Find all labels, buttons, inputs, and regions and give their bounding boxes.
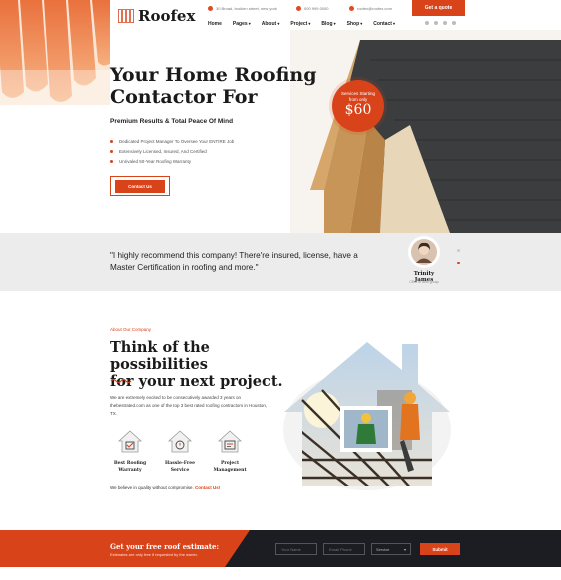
- social-links: [425, 21, 456, 25]
- main-nav: Home Pages About Project Blog Shop Conta…: [208, 21, 395, 27]
- nav-item-blog[interactable]: Blog: [321, 21, 335, 27]
- name-input[interactable]: [275, 543, 317, 555]
- badge-price: $60: [344, 102, 372, 118]
- phone-info[interactable]: 000 999 0000: [296, 6, 328, 11]
- clay-tiles-decoration: [0, 0, 110, 105]
- testimonial-pagination: [457, 249, 460, 264]
- linkedin-icon[interactable]: [452, 21, 456, 25]
- phone-icon: [296, 6, 301, 11]
- nav-item-shop[interactable]: Shop: [347, 21, 363, 27]
- about-title-line1: Think of the possibilities: [110, 339, 210, 373]
- get-quote-button[interactable]: Get a quote: [412, 0, 465, 16]
- project-management-icon: [218, 430, 242, 454]
- contact-us-link[interactable]: Contact Us!: [195, 485, 220, 490]
- hero-section: [0, 0, 561, 233]
- hero-subtitle: Premium Results & Total Peace Of Mind: [110, 118, 234, 125]
- nav-item-pages[interactable]: Pages: [233, 21, 251, 27]
- nav-item-about[interactable]: About: [262, 21, 280, 27]
- feature-item: Project Management: [212, 430, 248, 474]
- about-eyebrow: About Our Company: [110, 327, 152, 332]
- feature-label-line2: Service: [170, 468, 190, 473]
- pagination-dot-active[interactable]: [457, 261, 460, 264]
- email-icon: [349, 6, 354, 11]
- believe-statement: We believe in quality without compromise…: [110, 485, 194, 490]
- avatar-photo: [411, 239, 437, 265]
- roof-photo: [290, 20, 561, 233]
- squiggle-divider: [110, 378, 132, 384]
- hero-title: Your Home Roofing Contactor For: [110, 64, 340, 108]
- phone-text: 000 999 0000: [304, 6, 329, 11]
- testimonial-quote: "I highly recommend this company! There'…: [110, 251, 358, 272]
- logo-text: Roofex: [138, 7, 196, 25]
- feature-label-line1: Project: [220, 461, 240, 466]
- email-info[interactable]: roofex@roofex.com: [349, 6, 392, 11]
- list-item: Dedicated Project Manager To Oversee You…: [110, 136, 234, 146]
- address-info: 30 Broad, broklen street, new york: [208, 6, 277, 11]
- badge-line1: Services Starting: [340, 91, 375, 96]
- hero-title-line2: Contactor For: [110, 86, 258, 108]
- feature-item: Hassle-Free Service: [162, 430, 198, 474]
- roofing-warranty-icon: [118, 430, 142, 454]
- email-phone-input[interactable]: [323, 543, 365, 555]
- hero-contact-label: Contact Us: [115, 179, 165, 193]
- feature-label-line2: Warranty: [118, 468, 142, 473]
- testimonial-role: CEO of dom group: [409, 280, 439, 284]
- avatar: [408, 236, 440, 268]
- pinterest-icon[interactable]: [443, 21, 447, 25]
- house-worker-photo: [283, 342, 451, 490]
- feature-label-line2: Management: [213, 468, 247, 473]
- facebook-icon[interactable]: [425, 21, 429, 25]
- believe-text: We believe in quality without compromise…: [110, 485, 220, 490]
- service-select[interactable]: Service ▾: [371, 543, 411, 555]
- about-paragraph: We are extremely excited to be consecuti…: [110, 395, 268, 416]
- list-item: Unrivaled 50-Year Roofing Warranty: [110, 156, 234, 166]
- address-text: 30 Broad, broklen street, new york: [216, 6, 277, 11]
- roof-logo-icon: [118, 9, 134, 23]
- estimate-subtitle: Estimates are only free if requested by …: [110, 552, 198, 557]
- chevron-down-icon: ▾: [403, 546, 406, 552]
- submit-button[interactable]: Submit: [420, 543, 460, 555]
- feature-list: Best Roofing Warranty Hassle-Free Service …: [112, 430, 248, 474]
- email-text: roofex@roofex.com: [357, 6, 392, 11]
- hero-contact-button[interactable]: Contact Us: [110, 176, 170, 196]
- location-icon: [208, 6, 213, 11]
- estimate-title: Get your free roof estimate:: [110, 542, 220, 551]
- logo[interactable]: Roofex: [118, 7, 195, 25]
- price-badge: Services Starting from only $60: [332, 80, 384, 132]
- feature-item: Best Roofing Warranty: [112, 430, 148, 474]
- nav-item-project[interactable]: Project: [290, 21, 310, 27]
- list-item: Extensively Licensed, Insured, And Certi…: [110, 146, 234, 156]
- pagination-dot[interactable]: [457, 249, 460, 252]
- feature-label-line1: Hassle-Free: [165, 461, 195, 466]
- nav-item-contact[interactable]: Contact: [373, 21, 395, 27]
- hero-bullet-list: Dedicated Project Manager To Oversee You…: [110, 136, 234, 166]
- twitter-icon[interactable]: [434, 21, 438, 25]
- about-title: Think of the possibilities for your next…: [110, 339, 300, 390]
- service-select-value: Service: [376, 546, 390, 552]
- hero-title-line1: Your Home Roofing: [110, 64, 317, 86]
- hassle-free-icon: [168, 430, 192, 454]
- feature-label-line1: Best Roofing: [113, 461, 147, 466]
- nav-item-home[interactable]: Home: [208, 21, 222, 27]
- about-title-line2: for your next project.: [110, 373, 283, 390]
